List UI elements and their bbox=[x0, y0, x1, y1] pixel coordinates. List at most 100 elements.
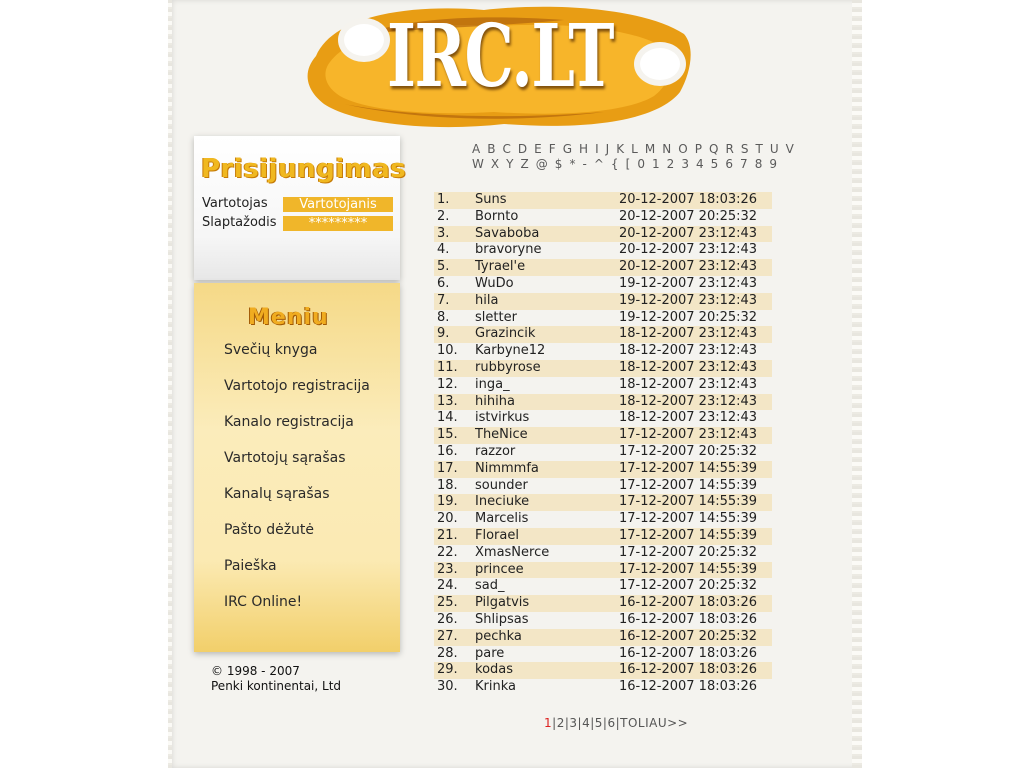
alphabet-letter[interactable]: N bbox=[662, 142, 673, 156]
user-name-link[interactable]: Pilgatvis bbox=[475, 595, 619, 612]
site-logo[interactable]: IRC.LT bbox=[304, 0, 696, 140]
alphabet-letter[interactable]: E bbox=[534, 142, 543, 156]
page-link[interactable]: 2 bbox=[557, 716, 565, 730]
table-row[interactable]: 8. sletter 19-12-2007 20:25:32 bbox=[434, 310, 772, 327]
page-link[interactable]: 6 bbox=[607, 716, 615, 730]
user-name-link[interactable]: kodas bbox=[475, 662, 619, 680]
alphabet-letter[interactable]: 1 bbox=[652, 157, 661, 171]
table-row[interactable]: 9. Grazincik 18-12-2007 23:12:43 bbox=[434, 326, 772, 344]
table-row[interactable]: 10. Karbyne12 18-12-2007 23:12:43 bbox=[434, 343, 772, 360]
user-name-link[interactable]: Krinka bbox=[475, 679, 619, 696]
alphabet-letter[interactable]: L bbox=[631, 142, 639, 156]
user-name-link[interactable]: princee bbox=[475, 561, 619, 579]
alphabet-letter[interactable]: V bbox=[786, 142, 796, 156]
table-row[interactable]: 21. Florael 17-12-2007 14:55:39 bbox=[434, 527, 772, 545]
table-row[interactable]: 5. Tyrael'e 20-12-2007 23:12:43 bbox=[434, 259, 772, 276]
user-name-link[interactable]: Suns bbox=[475, 192, 619, 209]
user-name-link[interactable]: Grazincik bbox=[475, 326, 619, 344]
table-row[interactable]: 2. Bornto 20-12-2007 20:25:32 bbox=[434, 209, 772, 226]
menu-item-user-registration[interactable]: Vartotojo registracija bbox=[224, 378, 370, 394]
user-name-link[interactable]: pare bbox=[475, 646, 619, 663]
alphabet-letter[interactable]: C bbox=[503, 142, 513, 156]
alphabet-letter[interactable]: [ bbox=[626, 157, 632, 171]
alphabet-letter[interactable]: Q bbox=[709, 142, 720, 156]
menu-item-guestbook[interactable]: Svečių knyga bbox=[224, 342, 317, 358]
alphabet-letter[interactable]: K bbox=[616, 142, 625, 156]
table-row[interactable]: 26. Shlipsas 16-12-2007 18:03:26 bbox=[434, 612, 772, 629]
alphabet-letter[interactable]: I bbox=[595, 142, 600, 156]
table-row[interactable]: 15. TheNice 17-12-2007 23:12:43 bbox=[434, 427, 772, 444]
table-row[interactable]: 29. kodas 16-12-2007 18:03:26 bbox=[434, 662, 772, 680]
alphabet-letter[interactable]: T bbox=[755, 142, 764, 156]
table-row[interactable]: 28. pare 16-12-2007 18:03:26 bbox=[434, 646, 772, 663]
user-name-link[interactable]: XmasNerce bbox=[475, 545, 619, 562]
table-row[interactable]: 22. XmasNerce 17-12-2007 20:25:32 bbox=[434, 545, 772, 562]
alphabet-letter[interactable]: * bbox=[569, 157, 577, 171]
table-row[interactable]: 3. Savaboba 20-12-2007 23:12:43 bbox=[434, 225, 772, 243]
username-input[interactable]: Vartotojanis bbox=[283, 197, 393, 212]
table-row[interactable]: 18. sounder 17-12-2007 14:55:39 bbox=[434, 478, 772, 495]
alphabet-letter[interactable]: 2 bbox=[667, 157, 676, 171]
table-row[interactable]: 13. hihiha 18-12-2007 23:12:43 bbox=[434, 393, 772, 411]
alphabet-letter[interactable]: J bbox=[606, 142, 611, 156]
user-name-link[interactable]: Ineciuke bbox=[475, 494, 619, 512]
alphabet-letter[interactable]: X bbox=[491, 157, 501, 171]
page-link[interactable]: 4 bbox=[582, 716, 590, 730]
user-name-link[interactable]: rubbyrose bbox=[475, 359, 619, 377]
table-row[interactable]: 20. Marcelis 17-12-2007 14:55:39 bbox=[434, 511, 772, 528]
table-row[interactable]: 27. pechka 16-12-2007 20:25:32 bbox=[434, 628, 772, 646]
alphabet-letter[interactable]: 4 bbox=[696, 157, 705, 171]
alphabet-letter[interactable]: O bbox=[678, 142, 689, 156]
user-name-link[interactable]: hila bbox=[475, 292, 619, 310]
menu-item-channel-list[interactable]: Kanalų sąrašas bbox=[224, 486, 330, 502]
password-input[interactable]: ********* bbox=[283, 216, 393, 231]
user-name-link[interactable]: razzor bbox=[475, 444, 619, 461]
alphabet-letter[interactable]: W bbox=[472, 157, 485, 171]
user-name-link[interactable]: Florael bbox=[475, 527, 619, 545]
user-name-link[interactable]: pechka bbox=[475, 628, 619, 646]
user-name-link[interactable]: inga_ bbox=[475, 377, 619, 394]
alphabet-letter[interactable]: D bbox=[518, 142, 529, 156]
user-name-link[interactable]: sletter bbox=[475, 310, 619, 327]
table-row[interactable]: 24. sad_ 17-12-2007 20:25:32 bbox=[434, 578, 772, 595]
alphabet-letter[interactable]: 7 bbox=[740, 157, 749, 171]
alphabet-letter[interactable]: B bbox=[487, 142, 497, 156]
next-page-link[interactable]: TOLIAU>> bbox=[620, 716, 688, 730]
alphabet-letter[interactable]: R bbox=[725, 142, 735, 156]
table-row[interactable]: 16. razzor 17-12-2007 20:25:32 bbox=[434, 444, 772, 461]
table-row[interactable]: 19. Ineciuke 17-12-2007 14:55:39 bbox=[434, 494, 772, 512]
alphabet-letter[interactable]: A bbox=[472, 142, 482, 156]
user-name-link[interactable]: sad_ bbox=[475, 578, 619, 595]
alphabet-letter[interactable]: Z bbox=[521, 157, 531, 171]
user-name-link[interactable]: Karbyne12 bbox=[475, 343, 619, 360]
table-row[interactable]: 1. Suns 20-12-2007 18:03:26 bbox=[434, 192, 772, 209]
table-row[interactable]: 6. WuDo 19-12-2007 23:12:43 bbox=[434, 276, 772, 293]
user-name-link[interactable]: Tyrael'e bbox=[475, 259, 619, 276]
table-row[interactable]: 23. princee 17-12-2007 14:55:39 bbox=[434, 561, 772, 579]
user-name-link[interactable]: Bornto bbox=[475, 209, 619, 226]
user-name-link[interactable]: Marcelis bbox=[475, 511, 619, 528]
table-row[interactable]: 14. istvirkus 18-12-2007 23:12:43 bbox=[434, 410, 772, 427]
alphabet-letter[interactable]: - bbox=[582, 157, 588, 171]
alphabet-letter[interactable]: Y bbox=[506, 157, 515, 171]
alphabet-letter[interactable]: 8 bbox=[755, 157, 764, 171]
alphabet-letter[interactable]: 3 bbox=[681, 157, 690, 171]
user-name-link[interactable]: Savaboba bbox=[475, 225, 619, 243]
user-name-link[interactable]: Shlipsas bbox=[475, 612, 619, 629]
user-name-link[interactable]: hihiha bbox=[475, 393, 619, 411]
user-name-link[interactable]: istvirkus bbox=[475, 410, 619, 427]
alphabet-letter[interactable]: G bbox=[563, 142, 574, 156]
user-name-link[interactable]: sounder bbox=[475, 478, 619, 495]
alphabet-letter[interactable]: @ bbox=[536, 157, 550, 171]
menu-item-search[interactable]: Paieška bbox=[224, 558, 277, 574]
table-row[interactable]: 25. Pilgatvis 16-12-2007 18:03:26 bbox=[434, 595, 772, 612]
page-link[interactable]: 5 bbox=[595, 716, 603, 730]
table-row[interactable]: 4. bravoryne 20-12-2007 23:12:43 bbox=[434, 242, 772, 259]
alphabet-letter[interactable]: U bbox=[770, 142, 780, 156]
alphabet-letter[interactable]: M bbox=[645, 142, 657, 156]
user-name-link[interactable]: bravoryne bbox=[475, 242, 619, 259]
table-row[interactable]: 7. hila 19-12-2007 23:12:43 bbox=[434, 292, 772, 310]
menu-item-user-list[interactable]: Vartotojų sąrašas bbox=[224, 450, 346, 466]
user-name-link[interactable]: Nimmmfa bbox=[475, 460, 619, 478]
alphabet-letter[interactable]: { bbox=[611, 157, 620, 171]
